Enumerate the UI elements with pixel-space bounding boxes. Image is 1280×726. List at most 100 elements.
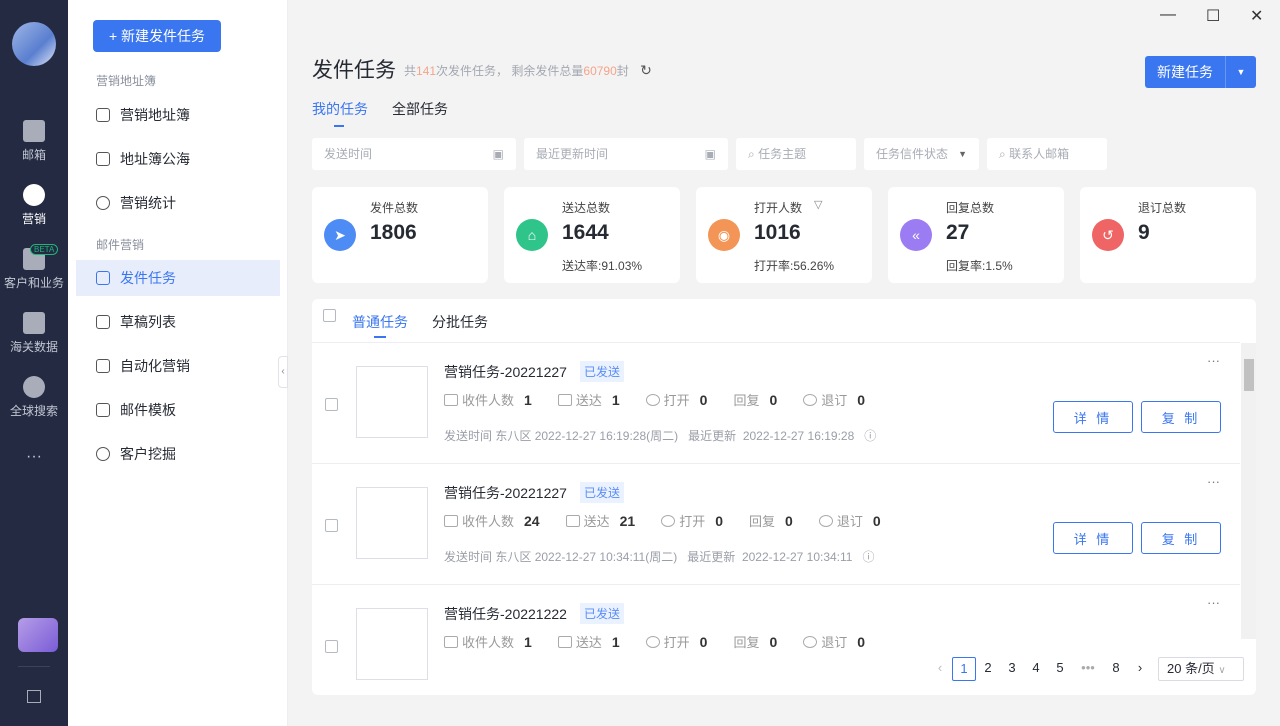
maximize-button[interactable]: ☐ — [1206, 6, 1220, 26]
row-checkbox[interactable] — [325, 519, 338, 532]
copy-button[interactable]: 复 制 — [1141, 522, 1221, 554]
stat-recipients: 收件人数 1 — [444, 632, 532, 651]
updated-time: 2022-12-27 10:34:11 — [741, 550, 853, 564]
new-send-task-button[interactable]: + 新建发件任务 — [93, 20, 221, 52]
pagination: ‹ 1 2 3 4 5 ••• 8 › 20 条/页 ∨ — [928, 657, 1244, 681]
status-select[interactable]: 任务信件状态 ▼ — [864, 138, 979, 170]
app-avatar[interactable] — [18, 618, 58, 652]
row-checkbox[interactable] — [325, 398, 338, 411]
tab-my-tasks[interactable]: 我的任务 — [312, 99, 368, 127]
refresh-icon[interactable]: ↻ — [640, 62, 652, 78]
stat-recipients: 收件人数 1 — [444, 390, 532, 409]
stat-recipients: 收件人数 24 — [444, 511, 540, 530]
page-ellipsis[interactable]: ••• — [1072, 657, 1104, 681]
more-icon[interactable]: ··· — [1207, 595, 1220, 610]
layout-toggle-icon[interactable] — [27, 690, 41, 703]
tab-batch-tasks[interactable]: 分批任务 — [432, 312, 488, 332]
help-icon[interactable]: ⓘ — [863, 550, 875, 564]
select-all-checkbox[interactable] — [323, 309, 336, 322]
detail-button[interactable]: 详 情 — [1053, 401, 1133, 433]
row-checkbox[interactable] — [325, 640, 338, 653]
value: 0 — [769, 633, 778, 650]
app-rail: 邮箱 营销 BETA 客户和业务 海关数据 全球搜索 ··· — [0, 0, 68, 726]
new-task-split-button[interactable]: 新建任务 ▼ — [1145, 56, 1256, 88]
sidebar-item-public-pool[interactable]: 地址簿公海 — [76, 141, 280, 177]
label: 客户挖掘 — [120, 446, 176, 462]
task-title[interactable]: 营销任务-20221227 — [444, 483, 567, 503]
sidebar-item-mining[interactable]: 客户挖掘 — [76, 436, 280, 472]
update-time-picker[interactable]: 最近更新时间 ▣ — [524, 138, 728, 170]
page-5[interactable]: 5 — [1048, 657, 1072, 681]
label: 草稿列表 — [120, 314, 176, 330]
tab-normal-tasks[interactable]: 普通任务 — [352, 312, 408, 338]
stat-value: 1806 — [370, 221, 417, 244]
stat-value: 9 — [1138, 221, 1150, 244]
task-row[interactable]: 营销任务-20221227 已发送 收件人数 1 送达 1 打开 0 回复 0 退订 0 … — [312, 342, 1240, 463]
page-4[interactable]: 4 — [1024, 657, 1048, 681]
mail-icon — [444, 393, 458, 406]
next-page-button[interactable]: › — [1128, 657, 1152, 681]
user-avatar[interactable] — [12, 22, 56, 66]
help-icon[interactable]: ⓘ — [864, 429, 876, 443]
label: 营销地址簿 — [120, 107, 190, 123]
sidebar-item-templates[interactable]: 邮件模板 — [76, 392, 280, 428]
status-badge: 已发送 — [580, 361, 625, 382]
detail-button[interactable]: 详 情 — [1053, 522, 1133, 554]
scrollbar-thumb[interactable] — [1244, 359, 1254, 391]
rail-marketing[interactable]: 营销 — [0, 184, 68, 227]
rail-label: 邮箱 — [21, 148, 46, 162]
email-thumbnail[interactable] — [356, 366, 428, 438]
label: 送达 — [583, 514, 610, 529]
prev-page-button[interactable]: ‹ — [928, 657, 952, 681]
sidebar-item-drafts[interactable]: 草稿列表 — [76, 304, 280, 340]
page-size-select[interactable]: 20 条/页 ∨ — [1158, 657, 1244, 681]
new-task-button[interactable]: 新建任务 — [1145, 56, 1226, 88]
stat-card-sent: ➤ 发件总数 1806 — [312, 187, 488, 283]
task-title[interactable]: 营销任务-20221227 — [444, 362, 567, 382]
subject-search-input[interactable]: ⌕ 任务主题 — [736, 138, 856, 170]
inbox-icon — [557, 635, 572, 648]
sidebar-item-automation[interactable]: 自动化营销 — [76, 348, 280, 384]
contact-search-input[interactable]: ⌕ 联系人邮箱 — [987, 138, 1107, 170]
stat-label: 退订总数 — [1138, 201, 1187, 215]
sidebar-item-address-book[interactable]: 营销地址簿 — [76, 97, 280, 133]
more-icon[interactable]: ··· — [1207, 474, 1220, 489]
task-title[interactable]: 营销任务-20221222 — [444, 604, 567, 624]
collapse-sidebar-button[interactable]: ‹ — [278, 356, 288, 388]
email-thumbnail[interactable] — [356, 487, 428, 559]
bar-chart-icon — [23, 312, 45, 334]
eye-icon — [661, 514, 676, 527]
task-meta: 发送时间 东八区 2022-12-27 10:34:11(周二) 最近更新 20… — [444, 548, 875, 565]
email-thumbnail[interactable] — [356, 608, 428, 680]
tab-all-tasks[interactable]: 全部任务 — [392, 99, 448, 119]
label: 发件任务 — [120, 270, 176, 286]
send-time-picker[interactable]: 发送时间 ▣ — [312, 138, 516, 170]
sidebar-item-stats[interactable]: 营销统计 — [76, 185, 280, 221]
unsubscribe-icon: ↺ — [1092, 219, 1124, 251]
sidebar-item-send-tasks[interactable]: 发件任务 — [76, 260, 280, 296]
rail-customers[interactable]: BETA 客户和业务 — [0, 244, 68, 291]
value: 0 — [769, 391, 778, 408]
page-1[interactable]: 1 — [952, 657, 976, 681]
task-row[interactable]: 营销任务-20221227 已发送 收件人数 24 送达 21 打开 0 回复 0 退订… — [312, 463, 1240, 584]
page-2[interactable]: 2 — [976, 657, 1000, 681]
mail-icon — [444, 635, 458, 648]
chevron-down-icon[interactable]: ▼ — [1226, 56, 1256, 88]
label: 退订 — [821, 393, 848, 408]
rail-mail[interactable]: 邮箱 — [0, 120, 68, 163]
minimize-button[interactable]: — — [1160, 6, 1176, 24]
rail-global-search[interactable]: 全球搜索 — [0, 376, 68, 419]
caret-down-icon: ▼ — [958, 149, 967, 159]
close-button[interactable]: ✕ — [1250, 6, 1263, 26]
page-3[interactable]: 3 — [1000, 657, 1024, 681]
label: 最近更新 — [687, 550, 736, 564]
more-icon[interactable]: ··· — [1207, 353, 1220, 368]
send-time: 东八区 2022-12-27 10:34:11(周二) — [495, 550, 678, 564]
copy-button[interactable]: 复 制 — [1141, 401, 1221, 433]
page-8[interactable]: 8 — [1104, 657, 1128, 681]
scrollbar[interactable] — [1241, 343, 1256, 639]
rail-customs[interactable]: 海关数据 — [0, 312, 68, 355]
filter-icon[interactable]: ▽ — [814, 198, 822, 211]
eye-icon — [645, 393, 660, 406]
rail-more[interactable]: ··· — [0, 448, 68, 466]
